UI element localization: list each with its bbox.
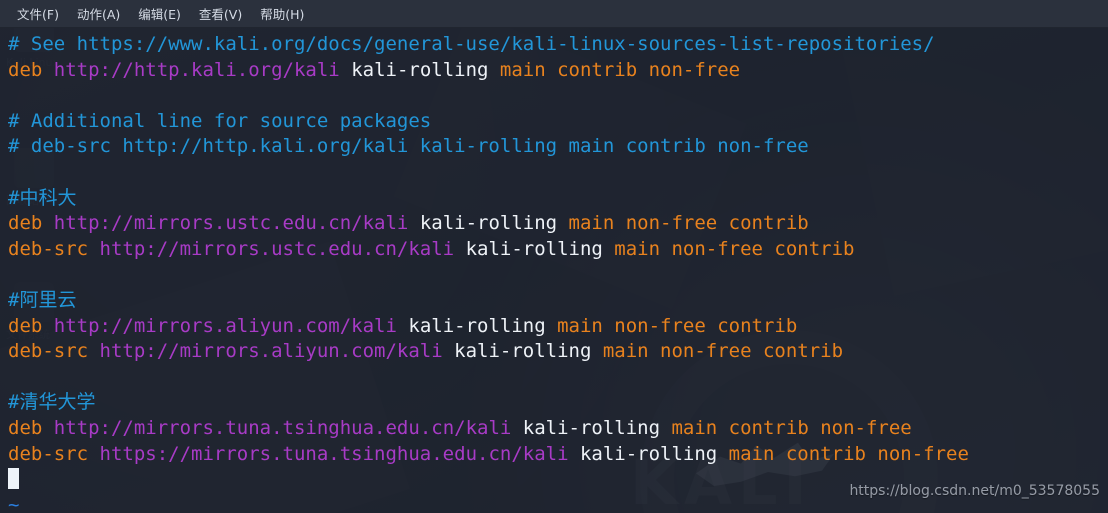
- menu-help[interactable]: 帮助(H): [251, 1, 313, 26]
- line-deb-tsinghua-token-0: deb: [8, 416, 54, 439]
- line-blank-2-token-0: [8, 161, 19, 183]
- line-blank-4-token-0: [8, 366, 19, 388]
- terminal-text-area[interactable]: # See https://www.kali.org/docs/general-…: [0, 28, 1108, 513]
- line-debsrc-ustc: deb-src http://mirrors.ustc.edu.cn/kali …: [8, 237, 1108, 263]
- line-deb-aliyun: deb http://mirrors.aliyun.com/kali kali-…: [8, 314, 1108, 340]
- line-deb-aliyun-token-0: deb: [8, 314, 54, 337]
- line-deb-ustc-token-0: deb: [8, 212, 54, 235]
- line-debsrc-tsinghua: deb-src https://mirrors.tuna.tsinghua.ed…: [8, 442, 1108, 468]
- line-debsrc-ustc-token-2: kali-rolling: [454, 237, 603, 260]
- menu-view[interactable]: 查看(V): [190, 1, 251, 26]
- line-debsrc-tsinghua-token-3: main contrib non-free: [717, 442, 969, 465]
- line-deb-ustc-token-2: kali-rolling: [408, 212, 558, 235]
- line-debsrc-ustc-token-3: main non-free contrib: [602, 237, 855, 260]
- line-comment-additional-token-0: # Additional line for source packages: [8, 109, 432, 132]
- line-comment-see-docs-token-0: # See https://www.kali.org/docs/general-…: [8, 33, 935, 55]
- line-debsrc-aliyun-token-2: kali-rolling: [442, 340, 592, 363]
- line-header-ustc: #中科大: [8, 186, 1108, 212]
- menu-file[interactable]: 文件(F): [8, 1, 68, 26]
- line-blank-3: [8, 262, 1108, 288]
- menubar: 文件(F) 动作(A) 编辑(E) 查看(V) 帮助(H): [0, 0, 1108, 28]
- line-deb-tsinghua-token-3: main contrib non-free: [660, 416, 912, 439]
- line-comment-additional: # Additional line for source packages: [8, 109, 1108, 135]
- line-header-tsinghua-token-0: #清华大学: [8, 391, 96, 414]
- line-deb-tsinghua-token-1: http://mirrors.tuna.tsinghua.edu.cn/kali: [53, 416, 512, 439]
- line-deb-ustc-token-3: main non-free contrib: [557, 212, 809, 235]
- line-deb-kali-official-token-2: kali-rolling: [339, 58, 489, 81]
- line-header-ustc-token-0: #中科大: [8, 186, 77, 209]
- line-blank-2: [8, 160, 1108, 186]
- line-blank-1-token-0: [8, 84, 19, 106]
- line-debsrc-ustc-token-1: http://mirrors.ustc.edu.cn/kali: [99, 237, 455, 260]
- line-blank-4: [8, 365, 1108, 391]
- line-deb-aliyun-token-1: http://mirrors.aliyun.com/kali: [53, 314, 397, 337]
- line-deb-tsinghua-token-2: kali-rolling: [511, 416, 661, 439]
- line-debsrc-tsinghua-token-1: https://mirrors.tuna.tsinghua.edu.cn/kal…: [99, 442, 569, 465]
- line-debsrc-ustc-token-0: deb-src: [8, 237, 100, 260]
- line-comment-debsrc-kali-official: # deb-src http://http.kali.org/kali kali…: [8, 134, 1108, 160]
- line-deb-ustc: deb http://mirrors.ustc.edu.cn/kali kali…: [8, 211, 1108, 237]
- line-deb-tsinghua: deb http://mirrors.tuna.tsinghua.edu.cn/…: [8, 416, 1108, 442]
- menu-edit[interactable]: 编辑(E): [129, 1, 190, 26]
- line-comment-see-docs: # See https://www.kali.org/docs/general-…: [8, 32, 1108, 58]
- line-deb-kali-official-token-3: main contrib non-free: [488, 58, 741, 81]
- line-debsrc-aliyun-token-0: deb-src: [8, 340, 100, 363]
- line-deb-kali-official-token-1: http://http.kali.org/kali: [53, 58, 340, 81]
- terminal-window: KALI Kali Linux 回收站 文件系统 文件(F) 动作(A) 编辑(…: [0, 0, 1108, 513]
- line-deb-aliyun-token-2: kali-rolling: [396, 314, 546, 337]
- line-debsrc-aliyun-token-1: http://mirrors.aliyun.com/kali: [99, 340, 443, 363]
- line-comment-debsrc-kali-official-token-0: # deb-src http://http.kali.org/kali kali…: [8, 135, 809, 158]
- line-deb-kali-official-token-0: deb: [8, 58, 54, 81]
- line-debsrc-tsinghua-token-2: kali-rolling: [568, 442, 718, 465]
- line-deb-aliyun-token-3: main non-free contrib: [545, 314, 798, 337]
- line-blank-1: [8, 83, 1108, 109]
- watermark: https://blog.csdn.net/m0_53578055: [849, 483, 1100, 499]
- line-debsrc-tsinghua-token-0: deb-src: [8, 442, 100, 465]
- line-debsrc-aliyun-token-3: main non-free contrib: [591, 340, 844, 363]
- line-deb-kali-official: deb http://http.kali.org/kali kali-rolli…: [8, 58, 1108, 84]
- line-debsrc-aliyun: deb-src http://mirrors.aliyun.com/kali k…: [8, 339, 1108, 365]
- line-blank-3-token-0: [8, 263, 19, 285]
- line-header-aliyun-token-0: #阿里云: [8, 288, 77, 311]
- line-header-tsinghua: #清华大学: [8, 390, 1108, 416]
- line-header-aliyun: #阿里云: [8, 288, 1108, 314]
- text-cursor: [8, 468, 19, 490]
- menu-actions[interactable]: 动作(A): [68, 1, 129, 26]
- tilde-glyph: ~: [8, 493, 20, 513]
- line-deb-ustc-token-1: http://mirrors.ustc.edu.cn/kali: [53, 212, 409, 235]
